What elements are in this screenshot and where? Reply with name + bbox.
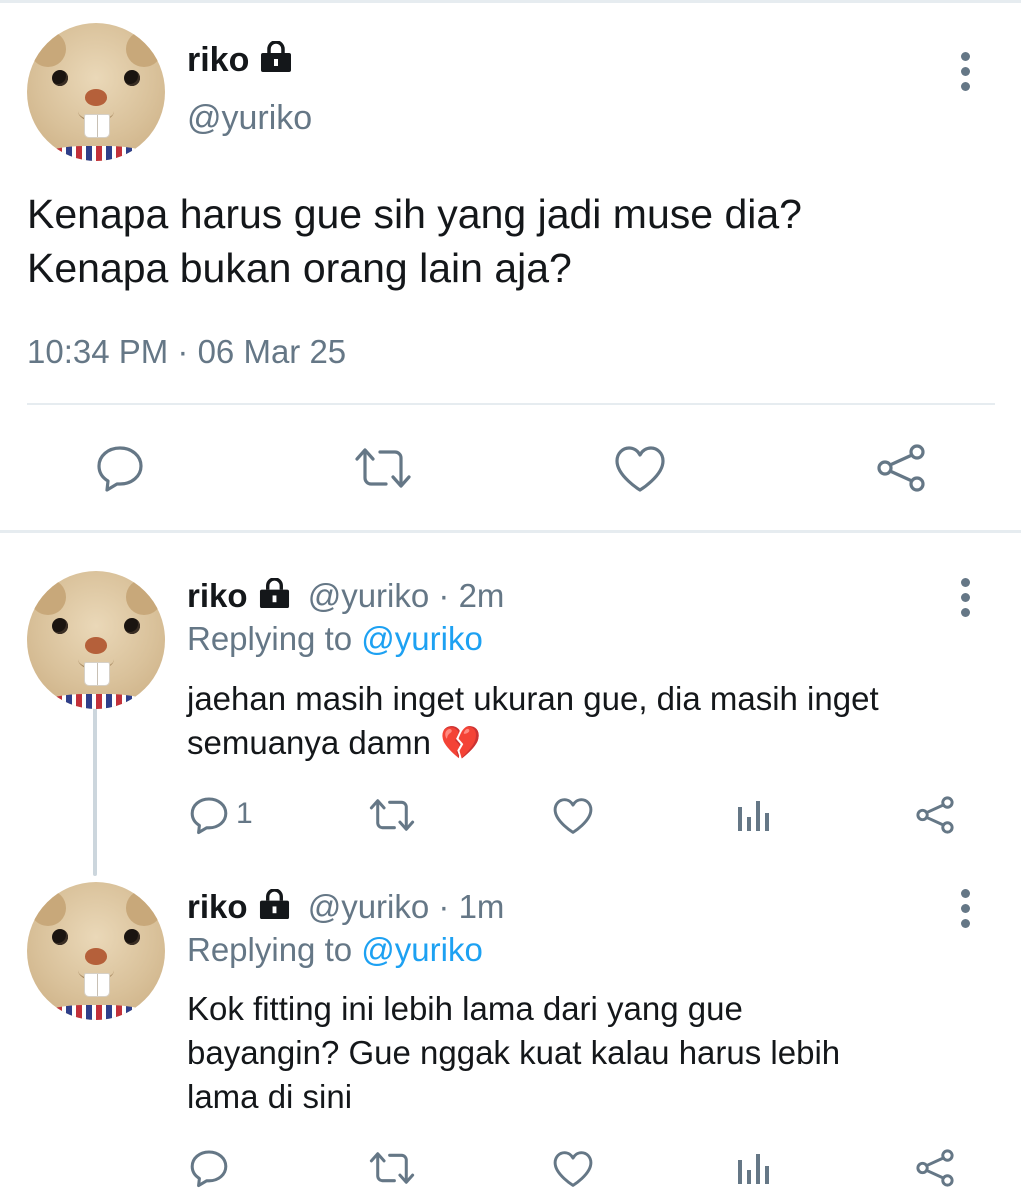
username[interactable]: @yuriko: [308, 888, 430, 925]
replying-to-link[interactable]: @yuriko: [361, 931, 483, 968]
comment-icon[interactable]: [189, 1148, 229, 1188]
reply-text-line: bayangin? Gue nggak kuat kalau harus leb…: [187, 1034, 841, 1071]
heart-icon[interactable]: [552, 796, 594, 836]
top-border: [0, 0, 1021, 3]
retweet-icon[interactable]: [369, 797, 415, 833]
more-options-icon[interactable]: [959, 889, 971, 934]
divider: [27, 403, 995, 405]
retweet-icon[interactable]: [354, 446, 412, 490]
reply-header: riko @yuriko · 1m: [187, 888, 504, 926]
tweet-text-line: Kenapa harus gue sih yang jadi muse dia?: [27, 191, 802, 237]
tweet-timestamp[interactable]: 10:34 PM · 06 Mar 25: [27, 333, 346, 371]
username[interactable]: @yuriko: [187, 99, 312, 138]
analytics-icon[interactable]: [736, 1150, 770, 1186]
tweet-text-line: Kenapa bukan orang lain aja?: [27, 245, 572, 291]
replying-to-link[interactable]: @yuriko: [361, 620, 483, 657]
tweet-text: Kenapa harus gue sih yang jadi muse dia?…: [27, 187, 987, 295]
username[interactable]: @yuriko: [308, 577, 430, 614]
thread-connector: [93, 706, 97, 876]
share-icon[interactable]: [874, 443, 928, 493]
display-name[interactable]: riko: [187, 888, 248, 925]
replying-to: Replying to @yuriko: [187, 931, 483, 969]
replying-to: Replying to @yuriko: [187, 620, 483, 658]
reply-time[interactable]: · 2m: [438, 577, 504, 614]
replying-to-label: Replying to: [187, 931, 353, 968]
retweet-icon[interactable]: [369, 1150, 415, 1186]
section-divider: [0, 530, 1021, 533]
display-name[interactable]: riko: [187, 577, 248, 614]
comment-icon[interactable]: [95, 443, 145, 493]
lock-icon: [259, 578, 289, 609]
comment-icon[interactable]: [189, 795, 229, 835]
reply-text: jaehan masih inget ukuran gue, dia masih…: [187, 677, 987, 765]
lock-icon: [261, 41, 292, 72]
reply-time[interactable]: · 1m: [438, 888, 504, 925]
replying-to-label: Replying to: [187, 620, 353, 657]
more-options-icon[interactable]: [959, 578, 971, 623]
avatar[interactable]: [27, 23, 165, 161]
avatar[interactable]: [27, 882, 165, 1020]
reply-text-line: lama di sini: [187, 1078, 353, 1115]
more-options-icon[interactable]: [959, 52, 971, 97]
reply-text-line: jaehan masih inget ukuran gue, dia masih…: [187, 680, 879, 717]
share-icon[interactable]: [914, 795, 956, 835]
heart-icon[interactable]: [613, 444, 667, 494]
analytics-icon[interactable]: [736, 797, 770, 833]
lock-icon: [259, 889, 289, 920]
display-name[interactable]: riko: [187, 41, 293, 80]
reply-text: Kok fitting ini lebih lama dari yang gue…: [187, 987, 987, 1119]
heart-icon[interactable]: [552, 1149, 594, 1189]
reply-text-line: semuanya damn 💔: [187, 724, 482, 761]
reply-text-line: Kok fitting ini lebih lama dari yang gue: [187, 990, 743, 1027]
display-name-text[interactable]: riko: [187, 41, 249, 79]
reply-count: 1: [236, 797, 253, 830]
share-icon[interactable]: [914, 1148, 956, 1188]
reply-header: riko @yuriko · 2m: [187, 577, 504, 615]
avatar[interactable]: [27, 571, 165, 709]
